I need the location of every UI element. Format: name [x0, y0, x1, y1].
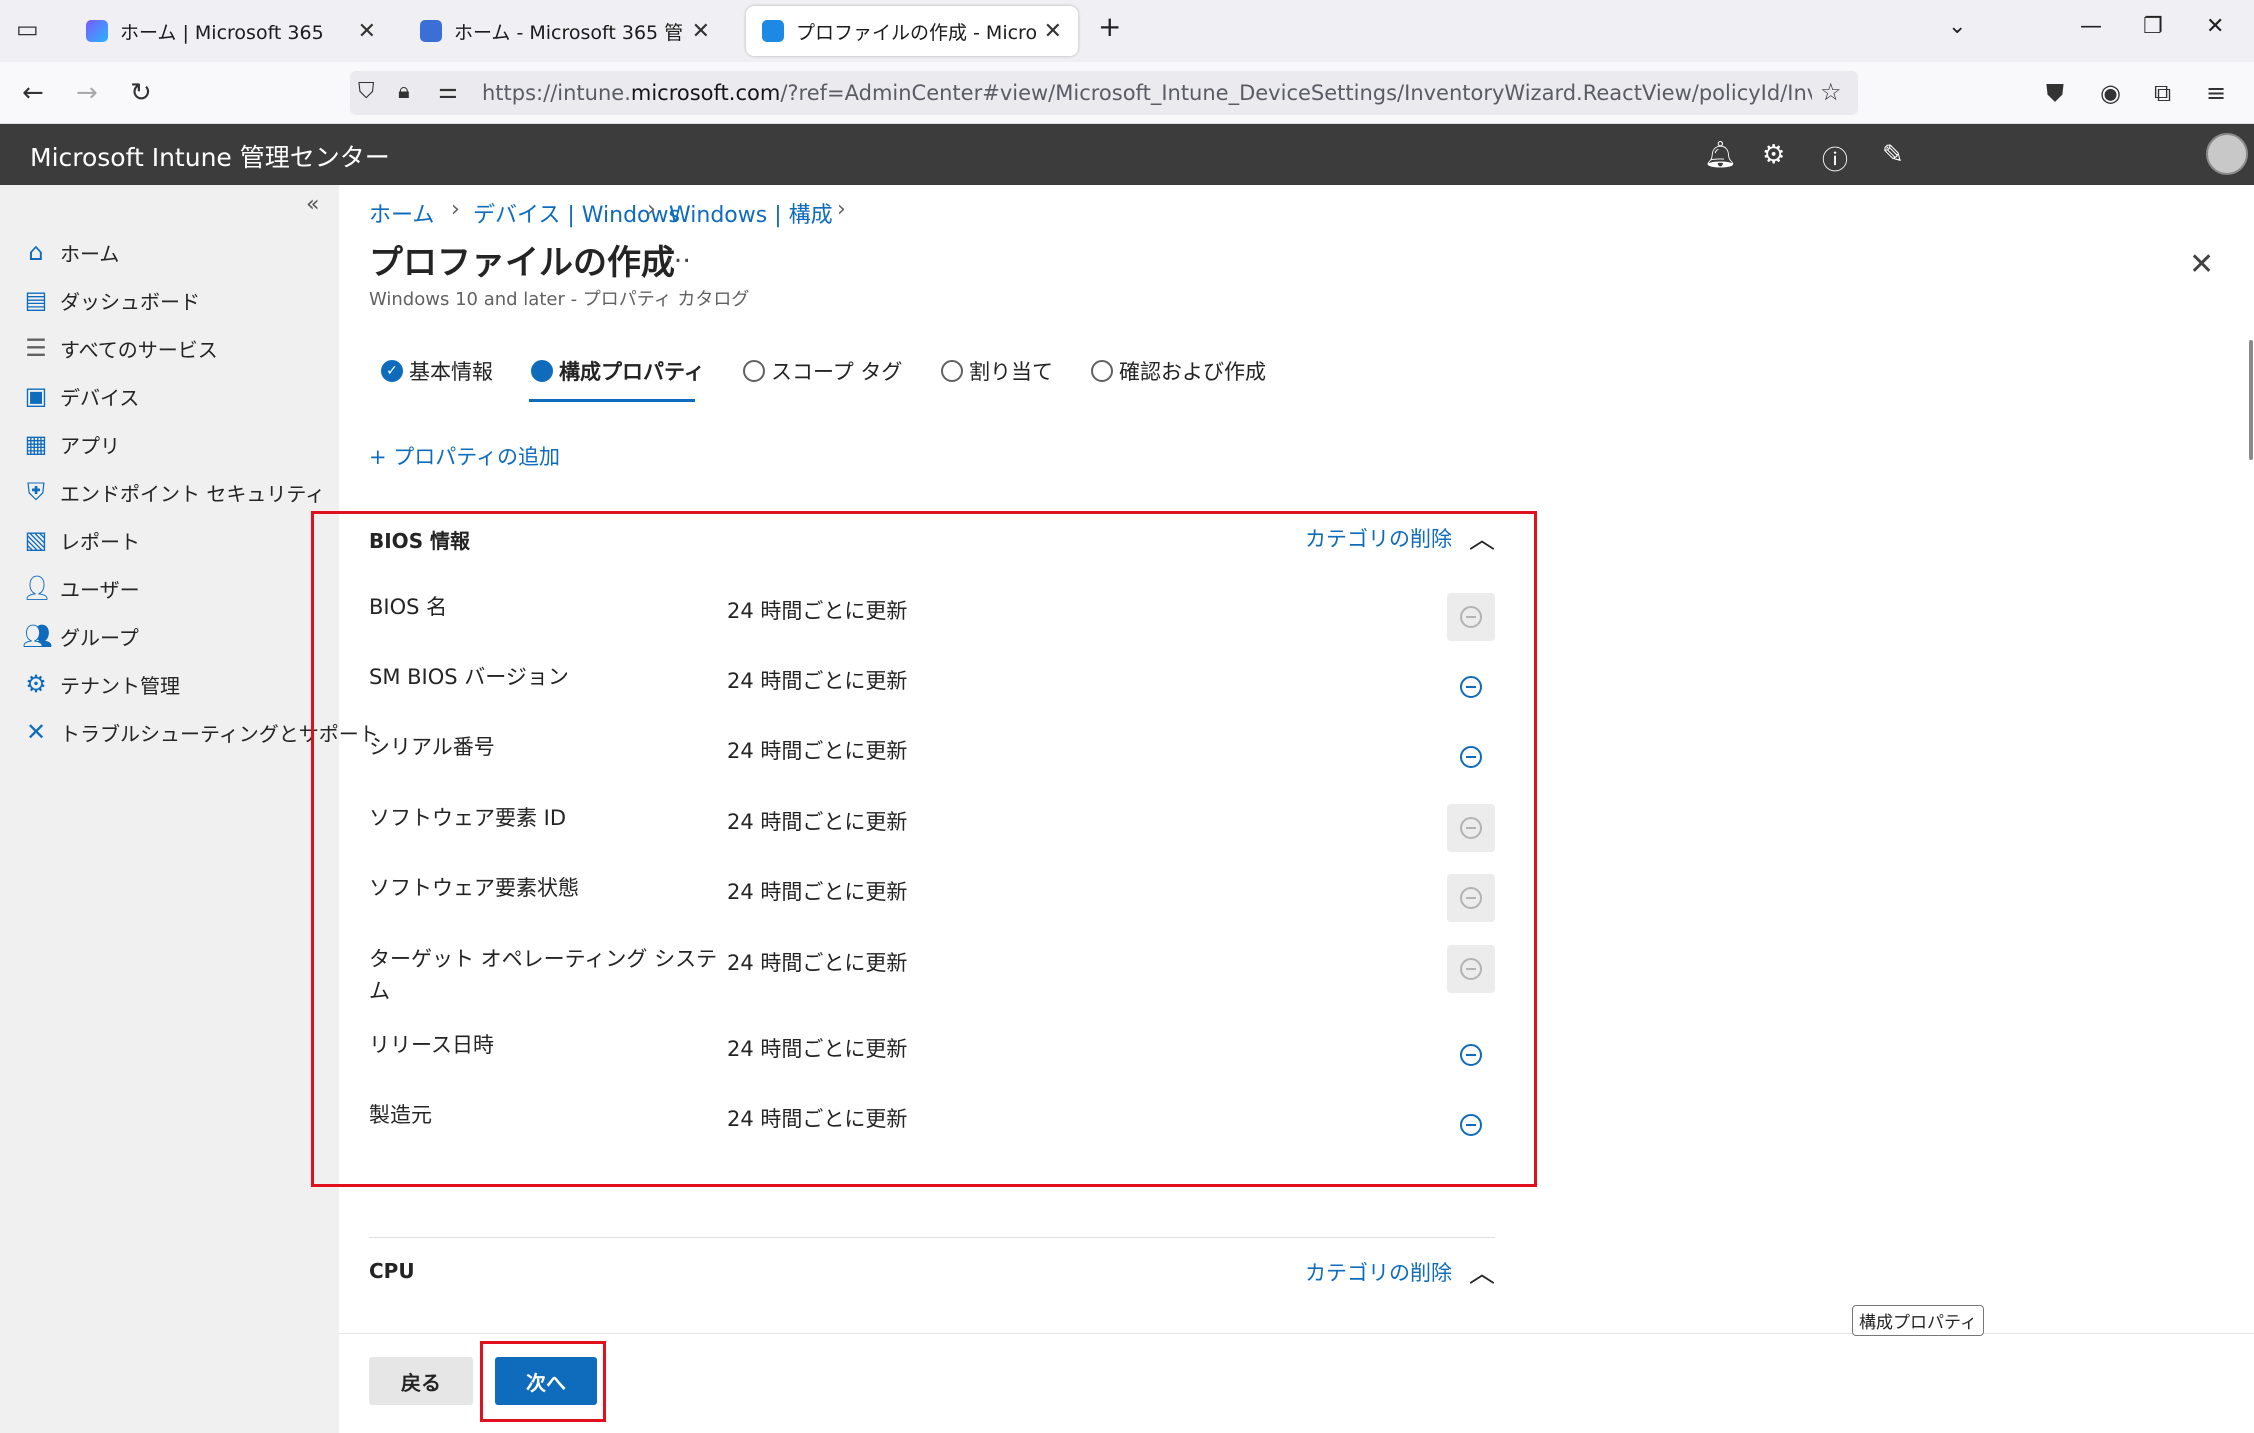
feedback-icon[interactable]: ✎: [1882, 140, 1904, 170]
browser-tab-1[interactable]: ホーム | Microsoft 365 ✕: [70, 6, 392, 56]
address-bar[interactable]: ⛉ 🔒︎ ⚌ https://intune.microsoft.com/?ref…: [350, 71, 1858, 115]
close-window-icon[interactable]: ✕: [2206, 14, 2224, 39]
category-title: CPU: [369, 1259, 415, 1283]
chevron-up-icon[interactable]: ︿: [1469, 1253, 1495, 1290]
nav-item-home[interactable]: ⌂ ホーム: [22, 232, 119, 272]
collapse-nav-icon[interactable]: «: [306, 192, 319, 217]
close-tab-icon[interactable]: ✕: [358, 19, 376, 44]
page-subtitle: Windows 10 and later - プロパティ カタログ: [369, 289, 750, 310]
browser-tab-3[interactable]: プロファイルの作成 - Microsoft Intune ✕: [746, 6, 1078, 56]
nav-item-reports[interactable]: ▧ レポート: [22, 520, 140, 560]
back-arrow-icon[interactable]: ←: [22, 76, 44, 110]
nav-item-endpoint-security[interactable]: ⛨ エンドポイント セキュリティ: [22, 472, 325, 512]
admin-favicon-icon: [420, 20, 442, 42]
back-button[interactable]: 戻る: [369, 1357, 473, 1405]
scrollbar[interactable]: [2249, 340, 2253, 460]
nav-item-users[interactable]: 👤︎ ユーザー: [22, 568, 140, 608]
step-assignments[interactable]: 割り当て: [941, 353, 1053, 389]
nav-item-groups[interactable]: 👥︎ グループ: [22, 616, 139, 656]
help-icon[interactable]: ⓘ: [1822, 140, 1848, 177]
group-icon: 👥︎: [22, 622, 53, 650]
highlight-box: [311, 511, 1537, 1187]
browser-toolbar: ← → ↻ ⛉ 🔒︎ ⚌ https://intune.microsoft.co…: [0, 62, 2254, 124]
nav-item-all-services[interactable]: ☰ すべてのサービス: [22, 328, 218, 368]
tab-overview-icon[interactable]: ▭: [16, 12, 39, 46]
close-icon[interactable]: ✕: [2189, 247, 2214, 282]
step-circle-icon: [941, 360, 963, 382]
url-text[interactable]: https://intune.microsoft.com/?ref=AdminC…: [482, 81, 1812, 105]
tooltip: 構成プロパティ: [1852, 1305, 1984, 1336]
category-divider: [369, 1237, 1495, 1238]
forward-arrow-icon[interactable]: →: [76, 76, 98, 110]
breadcrumb-windows-config[interactable]: Windows | 構成: [669, 197, 833, 229]
breadcrumb-home[interactable]: ホーム: [369, 197, 434, 229]
azure-favicon-icon: [762, 20, 784, 42]
nav-item-dashboard[interactable]: ▤ ダッシュボード: [22, 280, 200, 320]
current-step-icon: [531, 360, 553, 382]
avatar[interactable]: [2206, 133, 2248, 175]
shield-icon[interactable]: ⛉: [358, 75, 375, 109]
step-basics[interactable]: ✓ 基本情報: [381, 353, 493, 389]
pocket-icon[interactable]: ⛊: [2046, 76, 2064, 110]
add-property-link[interactable]: + プロパティの追加: [369, 441, 560, 471]
lock-icon[interactable]: 🔒︎: [398, 75, 410, 109]
reload-icon[interactable]: ↻: [130, 76, 152, 110]
browser-tab-strip: ▭ ホーム | Microsoft 365 ✕ ホーム - Microsoft …: [0, 0, 2254, 62]
more-options-icon[interactable]: …: [665, 239, 691, 269]
permissions-icon[interactable]: ⚌: [438, 75, 458, 109]
main-content: ホーム › デバイス | Windows › Windows | 構成 › プロ…: [311, 185, 2254, 1433]
apps-icon: ▦: [24, 430, 48, 458]
app-brand[interactable]: Microsoft Intune 管理センター: [30, 138, 390, 174]
active-step-underline: [529, 399, 695, 402]
chevron-right-icon: ›: [451, 197, 460, 222]
user-icon: 👤︎: [22, 574, 53, 602]
account-icon[interactable]: ◉: [2100, 76, 2121, 110]
gear-icon[interactable]: ⚙: [1762, 140, 1785, 170]
check-icon: ✓: [381, 360, 403, 382]
new-tab-icon[interactable]: +: [1098, 10, 1121, 43]
close-tab-icon[interactable]: ✕: [692, 19, 710, 44]
tenant-icon: ⚙: [25, 670, 47, 698]
list-icon: ☰: [25, 334, 47, 362]
highlight-box: [480, 1341, 606, 1422]
step-scope-tags[interactable]: スコープ タグ: [743, 353, 902, 389]
step-circle-icon: [1091, 360, 1113, 382]
chevron-right-icon: ›: [647, 197, 656, 222]
restore-icon[interactable]: ❐: [2143, 14, 2163, 39]
report-icon: ▧: [24, 526, 48, 554]
nav-item-devices[interactable]: ▣ デバイス: [22, 376, 140, 416]
wizard-footer: [339, 1333, 2254, 1433]
page-title: プロファイルの作成: [369, 243, 675, 283]
device-icon: ▣: [24, 382, 48, 410]
left-nav: [0, 185, 339, 1433]
step-circle-icon: [743, 360, 765, 382]
chevron-right-icon: ›: [837, 197, 846, 222]
delete-category-link[interactable]: カテゴリの削除: [1305, 1257, 1452, 1287]
app-header: Microsoft Intune 管理センター 🔔︎ ⚙ ⓘ ✎: [0, 124, 2254, 185]
chevron-down-icon[interactable]: ⌄: [1948, 14, 1966, 39]
menu-icon[interactable]: ≡: [2206, 76, 2226, 110]
bookmark-star-icon[interactable]: ☆: [1820, 75, 1842, 109]
step-config-properties[interactable]: 構成プロパティ: [531, 353, 705, 389]
nav-item-apps[interactable]: ▦ アプリ: [22, 424, 120, 464]
m365-favicon-icon: [86, 20, 108, 42]
wrench-icon: ✕: [25, 718, 47, 746]
nav-item-tenant-admin[interactable]: ⚙ テナント管理: [22, 664, 180, 704]
browser-tab-2[interactable]: ホーム - Microsoft 365 管理センター ✕: [404, 6, 726, 56]
shield-icon: ⛨: [27, 478, 45, 506]
extensions-icon[interactable]: ⧉: [2154, 76, 2171, 110]
home-icon: ⌂: [28, 238, 44, 266]
close-tab-icon[interactable]: ✕: [1044, 19, 1062, 44]
dashboard-icon: ▤: [24, 286, 48, 314]
step-review-create[interactable]: 確認および作成: [1091, 353, 1266, 389]
bell-icon[interactable]: 🔔︎: [1704, 140, 1737, 170]
minimize-icon[interactable]: —: [2080, 14, 2102, 39]
